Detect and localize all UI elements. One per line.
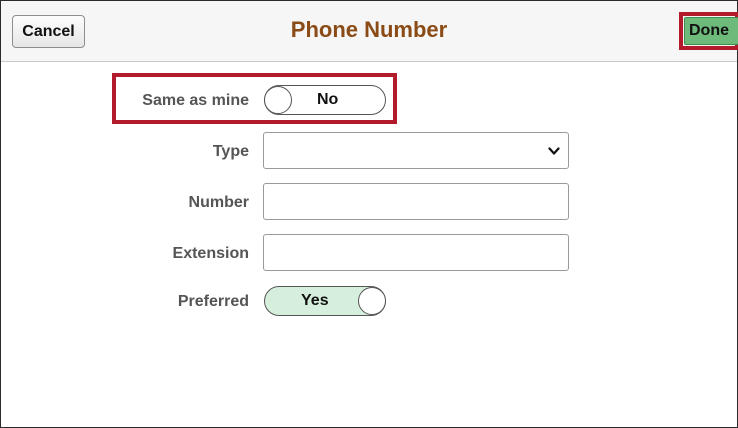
same-as-mine-toggle[interactable]: No [264, 85, 386, 115]
preferred-toggle[interactable]: Yes [264, 286, 386, 316]
page-title: Phone Number [290, 17, 448, 42]
toggle-knob [264, 86, 292, 114]
chevron-down-icon [548, 147, 560, 155]
done-button[interactable]: Done [684, 17, 738, 45]
toggle-value: No [317, 91, 339, 108]
preferred-label: Preferred [177, 293, 249, 310]
number-label: Number [188, 194, 249, 211]
number-input[interactable] [263, 183, 569, 220]
phone-number-dialog: Cancel Phone Number Done Same as mine No… [0, 0, 738, 428]
type-label: Type [212, 143, 249, 160]
extension-input[interactable] [263, 234, 569, 271]
toggle-value: Yes [301, 292, 329, 309]
extension-label: Extension [172, 245, 249, 262]
toggle-knob [358, 287, 386, 315]
type-select[interactable] [263, 132, 569, 169]
same-as-mine-label: Same as mine [142, 92, 249, 109]
header-bar: Cancel Phone Number [1, 1, 737, 62]
